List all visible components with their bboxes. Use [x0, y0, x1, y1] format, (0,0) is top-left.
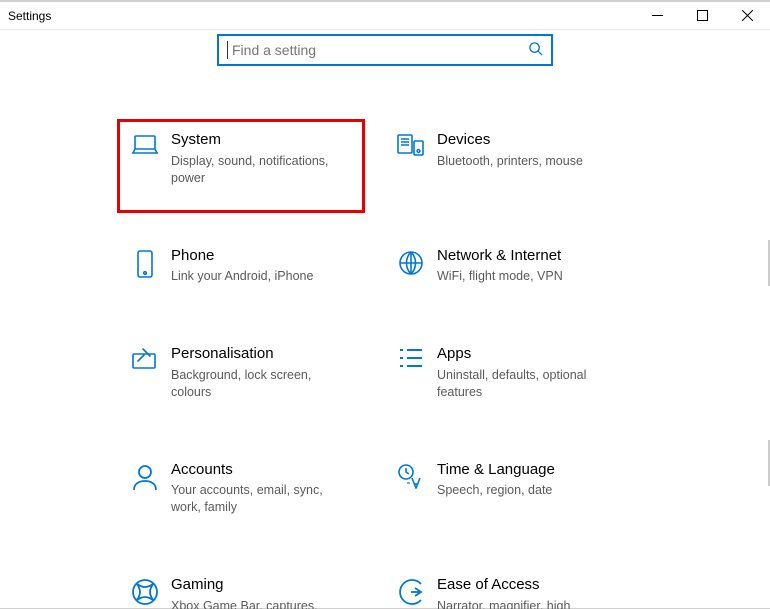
settings-window: Settings	[0, 0, 770, 609]
tile-title: Accounts	[171, 461, 351, 480]
text-caret	[227, 41, 228, 59]
ease-of-access-icon	[397, 578, 425, 609]
tile-ease-of-access[interactable]: Ease of Access Narrator, magnifier, high…	[385, 570, 651, 609]
search-icon	[528, 41, 543, 59]
search-input[interactable]	[230, 41, 528, 59]
window-controls	[635, 2, 770, 29]
tile-title: Network & Internet	[437, 247, 563, 266]
minimize-icon	[652, 10, 663, 21]
list-icon	[398, 347, 424, 374]
search-container	[217, 34, 553, 66]
tile-desc: Your accounts, email, sync, work, family	[171, 482, 351, 516]
tile-devices[interactable]: Devices Bluetooth, printers, mouse	[385, 125, 651, 193]
tile-desc: Speech, region, date	[437, 482, 555, 499]
tile-title: Gaming	[171, 576, 351, 595]
paintbrush-icon	[130, 347, 160, 376]
tile-title: Devices	[437, 131, 583, 150]
close-button[interactable]	[725, 2, 770, 29]
settings-grid: System Display, sound, notifications, po…	[85, 125, 685, 609]
tile-desc: Display, sound, notifications, power	[171, 153, 351, 187]
tile-desc: Bluetooth, printers, mouse	[437, 153, 583, 170]
tile-desc: Narrator, magnifier, high contrast	[437, 598, 617, 609]
tile-personalisation[interactable]: Personalisation Background, lock screen,…	[119, 339, 385, 407]
tile-title: Personalisation	[171, 345, 351, 364]
content-area: System Display, sound, notifications, po…	[0, 30, 770, 609]
devices-icon	[396, 133, 426, 164]
maximize-icon	[697, 10, 708, 21]
laptop-icon	[130, 133, 160, 162]
tile-title: Apps	[437, 345, 617, 364]
tile-title: Ease of Access	[437, 576, 617, 595]
tile-network[interactable]: Network & Internet WiFi, flight mode, VP…	[385, 241, 651, 292]
titlebar: Settings	[0, 2, 770, 30]
tile-desc: Xbox Game Bar, captures, Game Mode	[171, 598, 351, 609]
tile-time-language[interactable]: Time & Language Speech, region, date	[385, 455, 651, 523]
phone-icon	[135, 249, 155, 284]
tile-desc: Uninstall, defaults, optional features	[437, 367, 617, 401]
minimize-button[interactable]	[635, 2, 680, 29]
tile-system[interactable]: System Display, sound, notifications, po…	[119, 125, 385, 193]
tile-desc: WiFi, flight mode, VPN	[437, 268, 563, 285]
tile-title: Time & Language	[437, 461, 555, 480]
tile-phone[interactable]: Phone Link your Android, iPhone	[119, 241, 385, 292]
tile-accounts[interactable]: Accounts Your accounts, email, sync, wor…	[119, 455, 385, 523]
globe-icon	[397, 249, 425, 282]
time-language-icon	[396, 463, 426, 494]
tile-desc: Link your Android, iPhone	[171, 268, 313, 285]
tile-apps[interactable]: Apps Uninstall, defaults, optional featu…	[385, 339, 651, 407]
tile-title: System	[171, 131, 351, 150]
tile-desc: Background, lock screen, colours	[171, 367, 351, 401]
tile-title: Phone	[171, 247, 313, 266]
close-icon	[742, 10, 753, 21]
maximize-button[interactable]	[680, 2, 725, 29]
tile-gaming[interactable]: Gaming Xbox Game Bar, captures, Game Mod…	[119, 570, 385, 609]
person-icon	[132, 463, 158, 496]
window-title: Settings	[8, 9, 51, 23]
search-box[interactable]	[217, 34, 553, 66]
gaming-icon	[131, 578, 159, 609]
